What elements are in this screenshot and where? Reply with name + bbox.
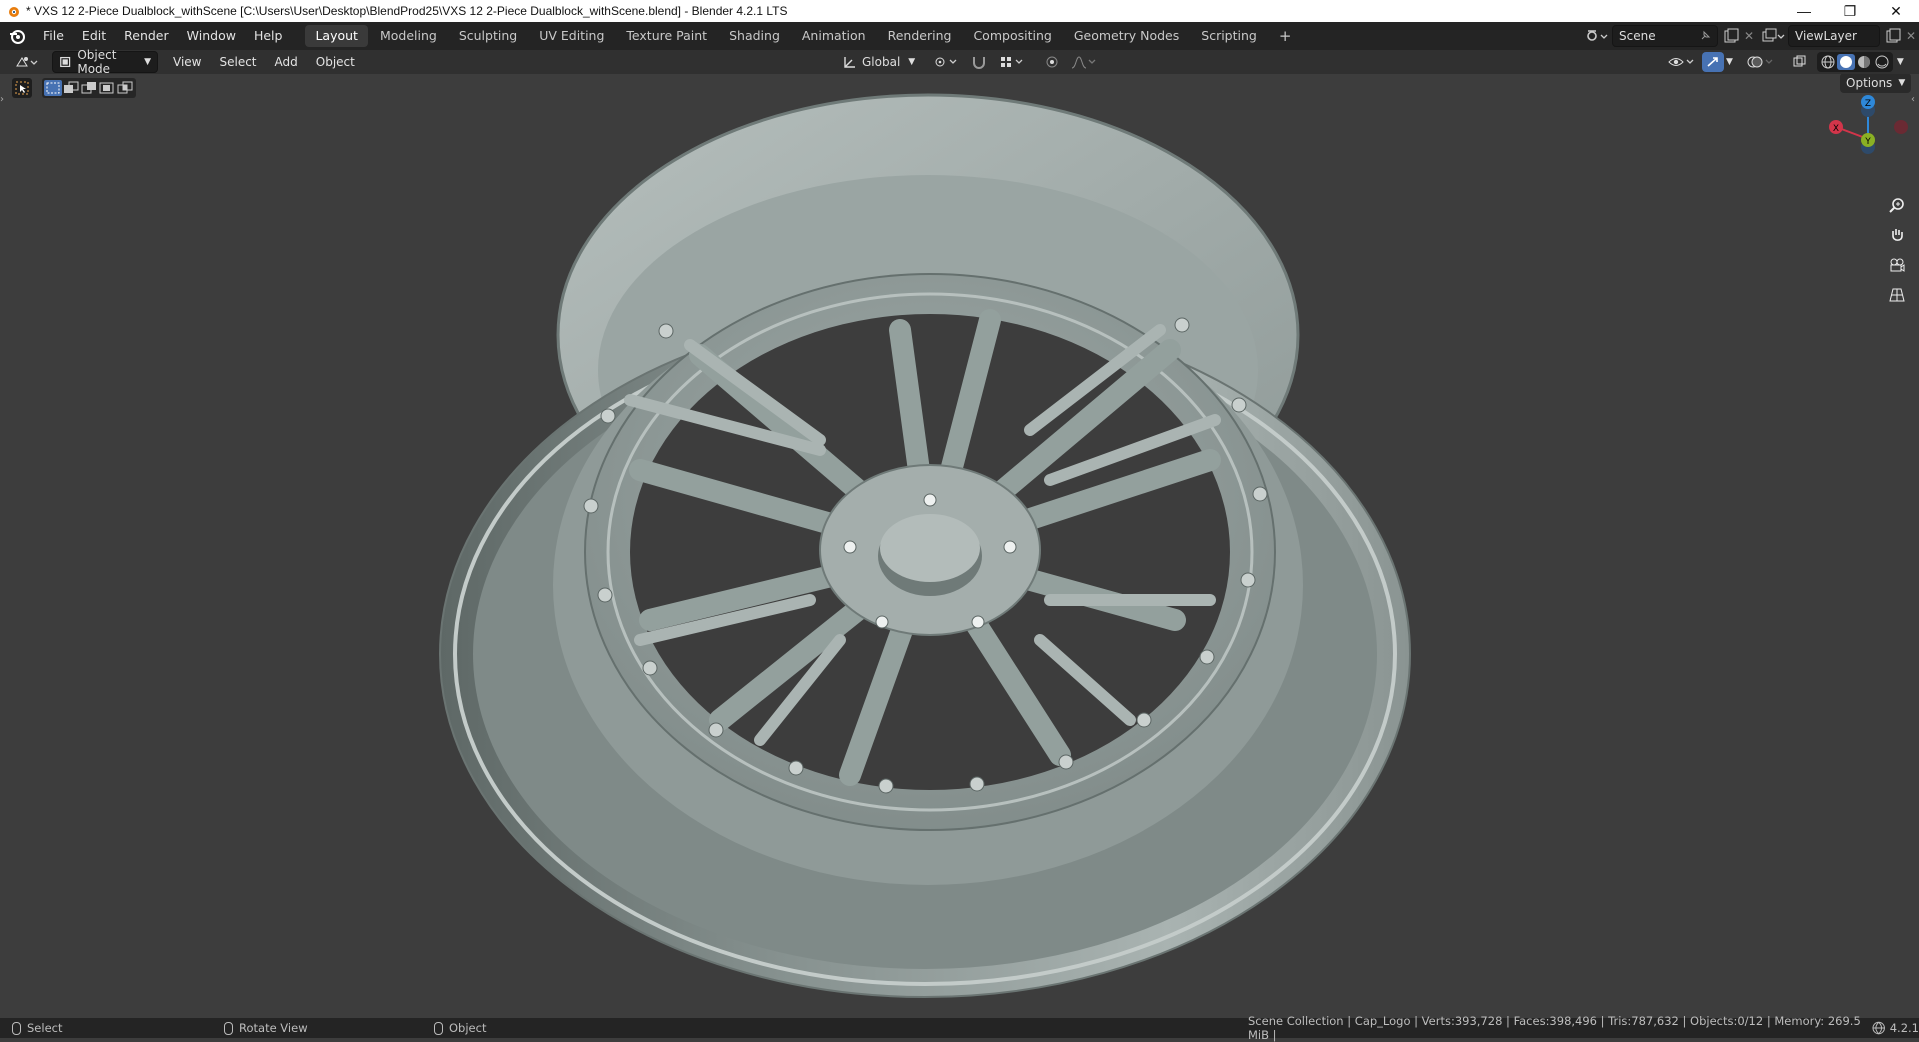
close-icon: ✕ (1890, 2, 1902, 19)
window-titlebar: * VXS 12 2-Piece Dualblock_withScene [C:… (0, 0, 1919, 22)
close-button[interactable]: ✕ (1873, 0, 1919, 22)
proportional-editing-toggle[interactable] (1039, 52, 1065, 72)
shading-mode-group (1816, 52, 1893, 72)
blender-logo-icon (9, 7, 19, 17)
overlays-icon (1747, 56, 1773, 68)
snap-toggle[interactable] (965, 52, 993, 72)
scene-statistics: Scene Collection | Cap_Logo | Verts:393,… (1248, 1014, 1919, 1042)
transform-orientation-dropdown[interactable]: Global ▼ (836, 52, 921, 72)
chevron-down-icon: ▼ (1896, 57, 1904, 67)
new-scene-icon[interactable] (1722, 27, 1740, 45)
mode-label: Object Mode (77, 48, 117, 76)
visibility-dropdown[interactable] (1662, 52, 1702, 72)
eye-icon (1668, 58, 1694, 66)
orientation-label: Global (862, 55, 901, 69)
pivot-point-icon (935, 57, 957, 67)
status-rotate-hint: Rotate View (224, 1020, 308, 1036)
minimize-button[interactable]: — (1781, 0, 1827, 22)
tab-modeling[interactable]: Modeling (370, 25, 447, 47)
proportional-falloff-dropdown[interactable] (1065, 52, 1103, 72)
wireframe-shading-icon[interactable] (1819, 54, 1837, 70)
mouse-left-icon (12, 1021, 21, 1035)
tab-uv-editing[interactable]: UV Editing (529, 25, 614, 47)
orientation-icon (844, 57, 855, 68)
scene-selector[interactable]: Scene ✕ (1584, 25, 1754, 47)
shading-options-dropdown[interactable]: ▼ (1893, 52, 1908, 72)
status-select-label: Select (27, 1021, 63, 1035)
scene-icon (1587, 30, 1608, 41)
proportional-editing-icon (1046, 56, 1058, 68)
center-cap (880, 514, 980, 582)
tab-compositing[interactable]: Compositing (963, 25, 1061, 47)
view-layer-name-field[interactable]: ViewLayer (1788, 25, 1880, 47)
pin-icon[interactable] (1699, 30, 1711, 42)
falloff-curve-icon (1072, 56, 1096, 69)
editor-type-button[interactable] (8, 52, 46, 72)
minimize-icon: — (1797, 3, 1811, 19)
gizmo-icon (1707, 57, 1718, 67)
viewport-header: Object Mode ▼ View Select Add Object Glo… (0, 48, 1919, 76)
menu-edit[interactable]: Edit (73, 22, 115, 50)
wheel-model[interactable] (0, 74, 1919, 1018)
tab-rendering[interactable]: Rendering (878, 25, 962, 47)
tab-sculpting[interactable]: Sculpting (449, 25, 527, 47)
snap-grid-icon (1001, 57, 1023, 67)
view-layer-name: ViewLayer (1795, 29, 1857, 43)
xray-icon (1793, 55, 1806, 67)
xray-toggle[interactable] (1787, 52, 1813, 72)
status-object-label: Object (449, 1021, 487, 1035)
menu-view[interactable]: View (164, 48, 210, 76)
delete-view-layer-icon[interactable]: ✕ (1906, 29, 1916, 43)
magnet-icon (973, 57, 986, 69)
view-layer-selector[interactable]: ViewLayer ✕ (1760, 25, 1916, 47)
3d-viewport[interactable]: › ‹ Options ▼ Z X Y (0, 74, 1919, 1018)
add-workspace-button[interactable]: + (1269, 25, 1302, 47)
menu-render[interactable]: Render (115, 22, 178, 50)
menu-window[interactable]: Window (178, 22, 245, 50)
blender-menu-icon[interactable] (8, 27, 26, 45)
overlays-toggle[interactable] (1741, 52, 1781, 72)
window-title: * VXS 12 2-Piece Dualblock_withScene [C:… (26, 4, 788, 18)
menu-select[interactable]: Select (210, 48, 265, 76)
delete-scene-icon[interactable]: ✕ (1744, 29, 1754, 43)
snap-target-dropdown[interactable] (993, 52, 1031, 72)
chevron-down-icon: ▼ (908, 57, 916, 67)
top-bar: File Edit Render Window Help Layout Mode… (0, 22, 1919, 50)
restore-button[interactable]: ❐ (1827, 0, 1873, 22)
tab-animation[interactable]: Animation (792, 25, 876, 47)
view-layer-icon (1762, 28, 1785, 42)
editor-type-icon (16, 57, 38, 67)
status-rotate-label: Rotate View (239, 1021, 308, 1035)
tab-scripting[interactable]: Scripting (1191, 25, 1267, 47)
mouse-middle-icon (224, 1021, 233, 1035)
tab-texture-paint[interactable]: Texture Paint (616, 25, 717, 47)
pivot-point-button[interactable] (927, 52, 965, 72)
chevron-down-icon: ▼ (1726, 57, 1733, 67)
restore-icon: ❐ (1843, 2, 1857, 19)
rendered-shading-icon[interactable] (1873, 54, 1891, 70)
solid-shading-icon[interactable] (1836, 54, 1855, 70)
chevron-down-icon: ▼ (144, 57, 151, 67)
tab-layout[interactable]: Layout (305, 25, 368, 47)
tab-geometry-nodes[interactable]: Geometry Nodes (1064, 25, 1189, 47)
status-bar: Select Rotate View Object Scene Collecti… (0, 1014, 1919, 1042)
menu-file[interactable]: File (34, 22, 73, 50)
gizmo-dropdown[interactable]: ▼ (1724, 52, 1735, 72)
menu-add[interactable]: Add (266, 48, 307, 76)
status-select-hint: Select (12, 1020, 62, 1036)
mode-dropdown[interactable]: Object Mode ▼ (52, 48, 158, 76)
mouse-right-icon (434, 1021, 443, 1035)
network-icon (1872, 1021, 1886, 1035)
new-view-layer-icon[interactable] (1884, 27, 1902, 45)
status-object-hint: Object (434, 1020, 486, 1036)
scene-name: Scene (1619, 29, 1656, 43)
scene-name-field[interactable]: Scene (1612, 25, 1718, 47)
menu-object[interactable]: Object (307, 48, 364, 76)
gizmo-toggle[interactable] (1702, 52, 1724, 72)
material-shading-icon[interactable] (1855, 54, 1873, 70)
object-mode-icon (60, 56, 71, 68)
tab-shading[interactable]: Shading (719, 25, 790, 47)
version-label: 4.2.1 (1889, 1021, 1919, 1035)
menu-help[interactable]: Help (245, 22, 292, 50)
